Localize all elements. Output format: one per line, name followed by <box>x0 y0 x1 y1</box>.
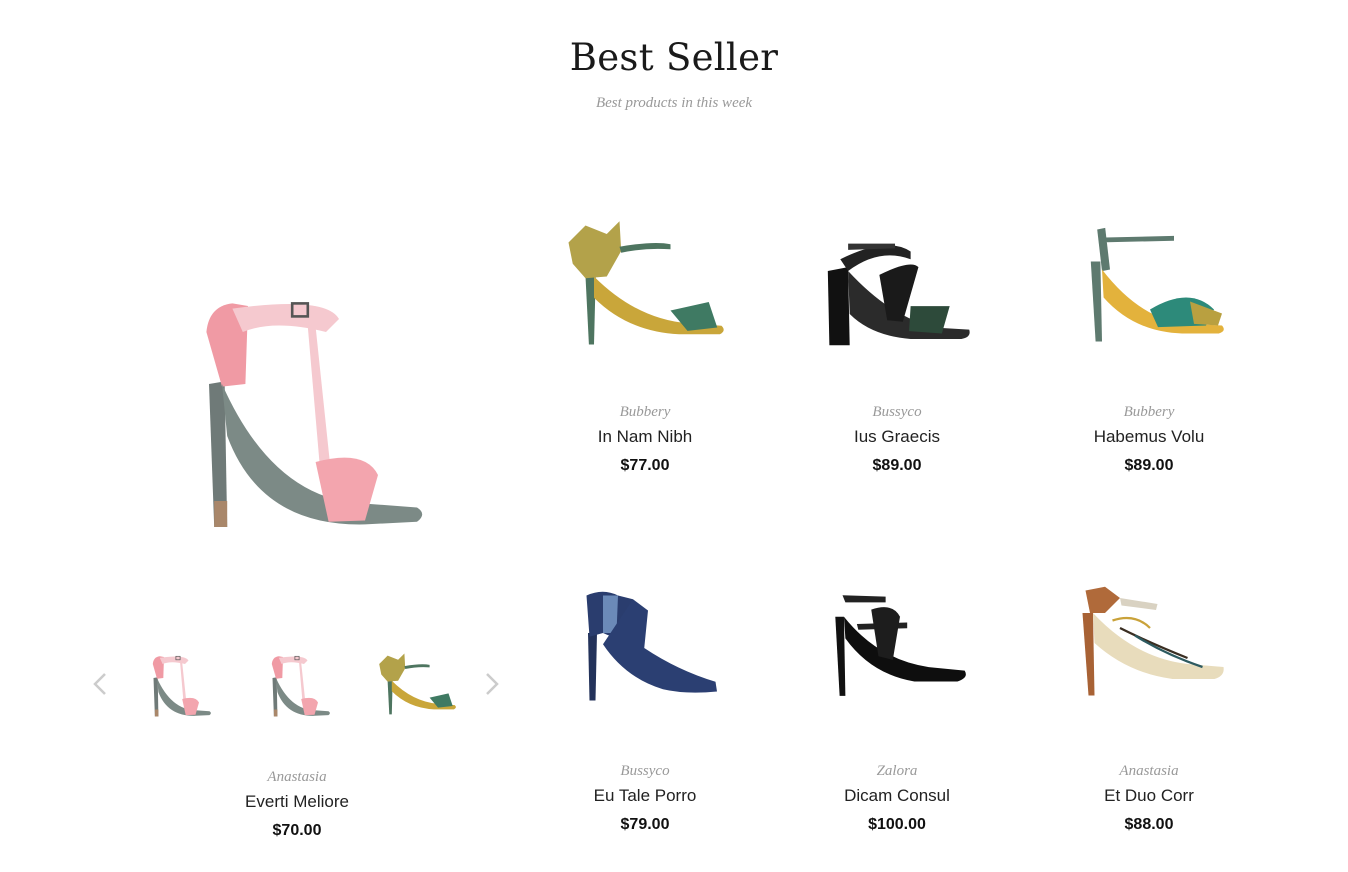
featured-product-image[interactable] <box>130 275 470 545</box>
product-image[interactable] <box>555 210 735 360</box>
carousel-prev-button[interactable] <box>88 668 112 700</box>
product-image[interactable] <box>560 585 735 710</box>
product-name[interactable]: Ius Graecis <box>782 426 1012 448</box>
featured-thumbnail[interactable] <box>133 640 223 730</box>
navy-denim-pump-icon <box>563 588 733 708</box>
product-price: $89.00 <box>872 457 922 474</box>
black-strappy-block-heel-icon <box>815 228 975 353</box>
olive-flower-sandal-icon <box>375 650 459 720</box>
product-brand[interactable]: Bubbery <box>1034 402 1264 422</box>
product-name[interactable]: Habemus Volu <box>1034 426 1264 448</box>
product-info: Anastasia Et Duo Corr $88.00 <box>1034 761 1264 835</box>
pink-t-strap-sandal-icon <box>138 650 218 720</box>
page-title: Best Seller <box>569 36 779 79</box>
product-brand[interactable]: Bussyco <box>530 761 760 781</box>
product-image[interactable] <box>1065 215 1235 355</box>
product-price: $100.00 <box>868 816 926 833</box>
product-price: $70.00 <box>272 822 322 839</box>
featured-thumbnail[interactable] <box>252 640 342 730</box>
featured-thumbnail[interactable] <box>372 640 462 730</box>
product-brand[interactable]: Zalora <box>782 761 1012 781</box>
product-image[interactable] <box>812 585 987 705</box>
product-name[interactable]: Eu Tale Porro <box>530 785 760 807</box>
product-image[interactable] <box>1062 580 1237 705</box>
page-subtitle: Best products in this week <box>595 95 753 111</box>
chevron-right-icon <box>486 673 499 695</box>
brown-patterned-slingback-icon <box>1065 583 1235 703</box>
pink-t-strap-sandal-icon <box>257 650 337 720</box>
product-price: $89.00 <box>1124 457 1174 474</box>
product-brand[interactable]: Anastasia <box>182 767 412 787</box>
chevron-left-icon <box>93 673 106 695</box>
product-name[interactable]: Et Duo Corr <box>1034 785 1264 807</box>
product-info: Bussyco Ius Graecis $89.00 <box>782 402 1012 476</box>
featured-product-info: Anastasia Everti Meliore $70.00 <box>182 767 412 841</box>
product-image[interactable] <box>810 225 980 355</box>
olive-flower-sandal-icon <box>560 215 730 355</box>
product-brand[interactable]: Bussyco <box>782 402 1012 422</box>
product-info: Bubbery In Nam Nibh $77.00 <box>530 402 760 476</box>
product-info: Bussyco Eu Tale Porro $79.00 <box>530 761 760 835</box>
pink-t-strap-sandal-icon <box>140 280 460 540</box>
product-price: $88.00 <box>1124 816 1174 833</box>
product-brand[interactable]: Anastasia <box>1034 761 1264 781</box>
product-info: Zalora Dicam Consul $100.00 <box>782 761 1012 835</box>
product-name[interactable]: In Nam Nibh <box>530 426 760 448</box>
product-price: $77.00 <box>620 457 670 474</box>
product-name[interactable]: Dicam Consul <box>782 785 1012 807</box>
green-ankle-strap-sandal-icon <box>1070 218 1230 353</box>
product-price: $79.00 <box>620 816 670 833</box>
black-double-strap-pump-icon <box>815 588 985 703</box>
product-info: Bubbery Habemus Volu $89.00 <box>1034 402 1264 476</box>
carousel-next-button[interactable] <box>480 668 504 700</box>
product-brand[interactable]: Bubbery <box>530 402 760 422</box>
product-name[interactable]: Everti Meliore <box>182 791 412 813</box>
